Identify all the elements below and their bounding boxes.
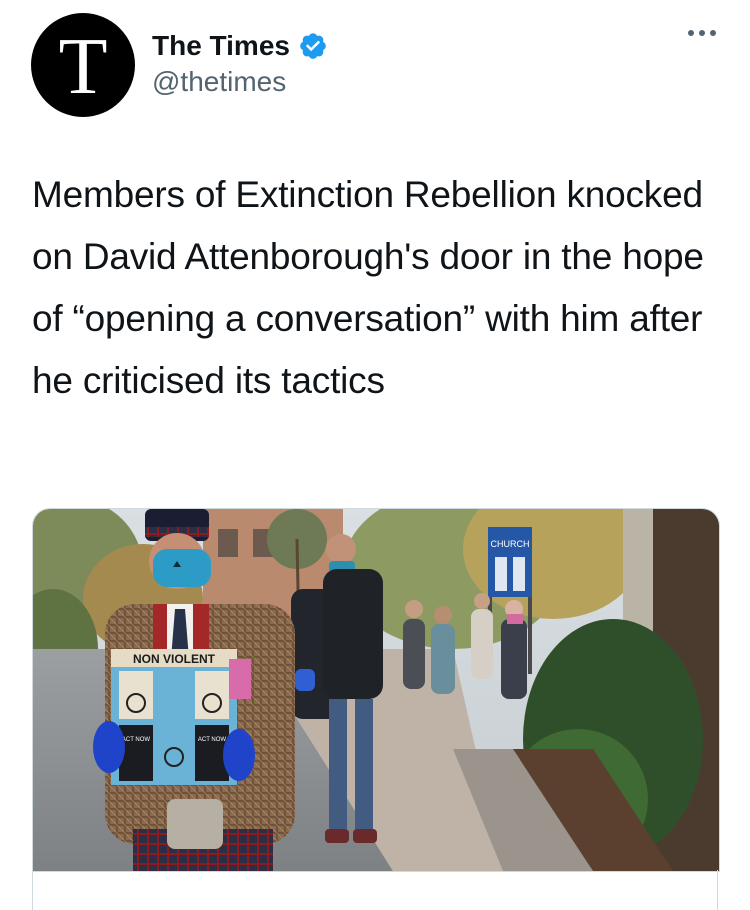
verified-badge-icon — [300, 33, 326, 59]
display-name[interactable]: The Times — [152, 28, 290, 64]
avatar[interactable]: T — [31, 13, 135, 117]
handle[interactable]: @thetimes — [152, 64, 328, 100]
more-horizontal-icon[interactable] — [688, 30, 716, 36]
tweet-photo[interactable]: CHURCH NON VIOLENT ACT NOW ACT NOW — [32, 508, 720, 872]
tweet-text: Members of Extinction Rebellion knocked … — [32, 174, 704, 401]
dot — [699, 30, 705, 36]
avatar-logo: T — [58, 23, 108, 111]
card-bottom-border — [32, 870, 718, 910]
box-heading: NON VIOLENT — [133, 652, 216, 666]
dot — [710, 30, 716, 36]
account-info[interactable]: The Times @thetimes — [152, 28, 328, 100]
box-sign-left: ACT NOW — [122, 737, 151, 743]
dot — [688, 30, 694, 36]
street-sign-text: CHURCH — [491, 539, 530, 549]
photo-illustration: CHURCH NON VIOLENT ACT NOW ACT NOW — [33, 509, 719, 871]
box-sign-right: ACT NOW — [198, 737, 227, 743]
